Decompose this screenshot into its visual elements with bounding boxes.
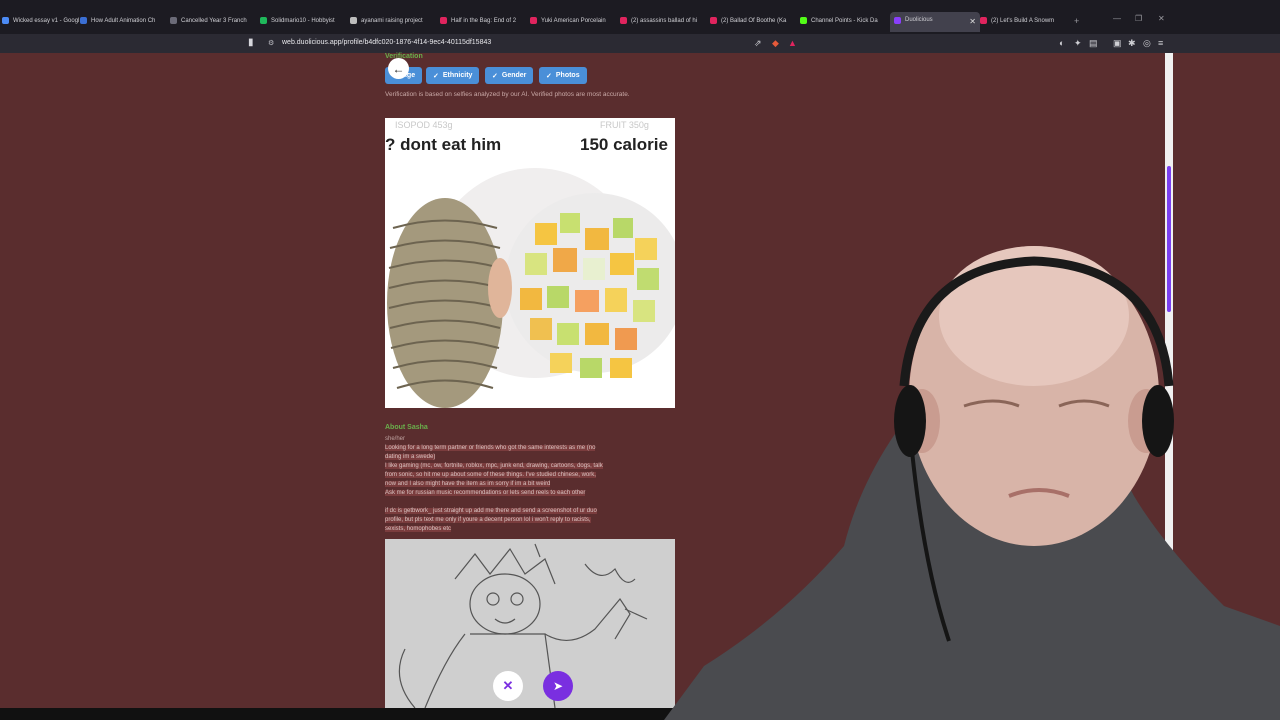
- menu-icon[interactable]: ≡: [1158, 38, 1163, 48]
- browser-tab[interactable]: (2) Let's Build A Snowm: [980, 9, 1064, 34]
- send-message-button[interactable]: ➤: [543, 671, 573, 701]
- browser-nav-right: ▣ ✱ ◎ ≡: [1113, 34, 1280, 53]
- browser-tab[interactable]: Solidmario10 - Hobbyist: [260, 9, 344, 34]
- pronouns: she/her: [385, 436, 406, 442]
- browser-tab[interactable]: How Adult Animation Ch: [80, 9, 164, 34]
- webcam-overlay: [664, 246, 1280, 720]
- restore-icon[interactable]: ❐: [1135, 14, 1142, 23]
- brave-shield-icon[interactable]: ◆: [772, 38, 779, 49]
- bio-line: from sonic, so hit me up about some of t…: [385, 472, 596, 478]
- tab-favicon-icon: [894, 17, 901, 24]
- dislike-button[interactable]: ✕: [493, 671, 523, 701]
- chip-photos: ✓ Photos: [539, 67, 587, 84]
- tab-title: Wicked essay v1 - Googl: [13, 18, 80, 24]
- browser-tab[interactable]: (2) Ballad Of Boothe (Ka: [710, 9, 794, 34]
- browser-tab[interactable]: Wicked essay v1 - Googl: [2, 9, 86, 34]
- tab-title: ayanami raising project: [361, 18, 423, 24]
- sidebar-icon[interactable]: ▤: [1089, 38, 1098, 49]
- vpn-icon[interactable]: ◎: [1143, 38, 1151, 49]
- bio-line: Looking for a long term partner or frien…: [385, 445, 596, 451]
- window-controls-area: [1173, 0, 1280, 34]
- verification-note: Verification is based on selfies analyze…: [385, 91, 630, 98]
- browser-tab[interactable]: Channel Points - Kick Da: [800, 9, 884, 34]
- browser-tab[interactable]: Duolicious ✕: [890, 12, 980, 32]
- tab-favicon-icon: [530, 17, 537, 24]
- bio-text: Looking for a long term partner or frien…: [385, 444, 677, 534]
- tab-title: Channel Points - Kick Da: [811, 18, 878, 24]
- tab-favicon-icon: [710, 17, 717, 24]
- about-title: About Sasha: [385, 424, 428, 431]
- bio-line: now and I also might have the item as im…: [385, 481, 551, 487]
- tab-title: How Adult Animation Ch: [91, 18, 156, 24]
- tab-title: Duolicious: [905, 17, 933, 23]
- check-icon: ✓: [433, 72, 439, 80]
- tab-favicon-icon: [800, 17, 807, 24]
- new-tab-button[interactable]: +: [1074, 16, 1079, 26]
- tab-favicon-icon: [80, 17, 87, 24]
- puzzle-icon[interactable]: ✱: [1128, 38, 1136, 49]
- character-sketch: [398, 543, 648, 708]
- tab-favicon-icon: [440, 17, 447, 24]
- profile-photo[interactable]: ISOPOD 453g FRUIT 350g ? dont eat him 15…: [385, 118, 675, 408]
- bio-line: dating im a swede): [385, 454, 436, 460]
- tab-favicon-icon: [260, 17, 267, 24]
- tab-title: Half in the Bag: End of 2: [451, 18, 517, 24]
- profile-sketch-image[interactable]: [385, 539, 675, 708]
- chip-ethnicity: ✓ Ethnicity: [426, 67, 480, 84]
- tab-favicon-icon: [170, 17, 177, 24]
- back-button[interactable]: ←: [388, 58, 409, 79]
- tab-favicon-icon: [2, 17, 9, 24]
- tab-favicon-icon: [620, 17, 627, 24]
- browser-tab[interactable]: ayanami raising project: [350, 9, 434, 34]
- share-icon[interactable]: ⇗: [754, 38, 762, 49]
- tab-favicon-icon: [980, 17, 987, 24]
- bio-line: [385, 498, 677, 507]
- close-tab-icon[interactable]: ✕: [969, 17, 976, 26]
- browser-tab[interactable]: Cancelled Year 3 Franch: [170, 9, 254, 34]
- site-settings-icon[interactable]: ⚙: [268, 39, 274, 47]
- tab-title: Cancelled Year 3 Franch: [181, 18, 247, 24]
- browser-nav-bar: ▮ ⚙ web.duolicious.app/profile/b4dfc020-…: [0, 34, 1173, 53]
- tab-title: (2) assassins ballad of hi: [631, 18, 698, 24]
- chip-gender: ✓ Gender: [485, 67, 534, 84]
- tab-favicon-icon: [350, 17, 357, 24]
- rewards-icon[interactable]: ▲: [788, 38, 797, 48]
- arrow-left-icon: ←: [392, 61, 405, 76]
- bio-line: I like gaming (mc, ow, fortnite, roblox,…: [385, 463, 603, 469]
- bio-line: profile, but pls text me only if youre a…: [385, 517, 591, 523]
- tab-title: (2) Ballad Of Boothe (Ka: [721, 18, 787, 24]
- bookmark-icon[interactable]: ▮: [248, 37, 254, 48]
- check-icon: ✓: [546, 72, 552, 80]
- browser-tab[interactable]: Yuki American Porcelain: [530, 9, 614, 34]
- toggle-icon[interactable]: ◐: [1059, 38, 1064, 48]
- wallet-icon[interactable]: ▣: [1113, 38, 1122, 49]
- bio-line: Ask me for russian music recommendations…: [385, 490, 586, 496]
- isopod-and-fruit-image: [387, 168, 675, 408]
- bio-line: sexists, homophobes etc: [385, 526, 452, 532]
- extensions-icon[interactable]: ✦: [1074, 38, 1082, 49]
- browser-tab[interactable]: Half in the Bag: End of 2: [440, 9, 524, 34]
- tab-title: Solidmario10 - Hobbyist: [271, 18, 335, 24]
- url-bar[interactable]: web.duolicious.app/profile/b4dfc020-1876…: [282, 39, 491, 46]
- minimize-icon[interactable]: —: [1113, 14, 1121, 23]
- browser-tab[interactable]: (2) assassins ballad of hi: [620, 9, 704, 34]
- bio-line: if dc is getbwork_ just straight up add …: [385, 508, 597, 514]
- close-window-icon[interactable]: ✕: [1158, 14, 1165, 23]
- tab-title: Yuki American Porcelain: [541, 18, 606, 24]
- check-icon: ✓: [492, 72, 498, 80]
- browser-tab-bar: Wicked essay v1 - Googl How Adult Animati…: [0, 0, 1173, 34]
- tab-title: (2) Let's Build A Snowm: [991, 18, 1055, 24]
